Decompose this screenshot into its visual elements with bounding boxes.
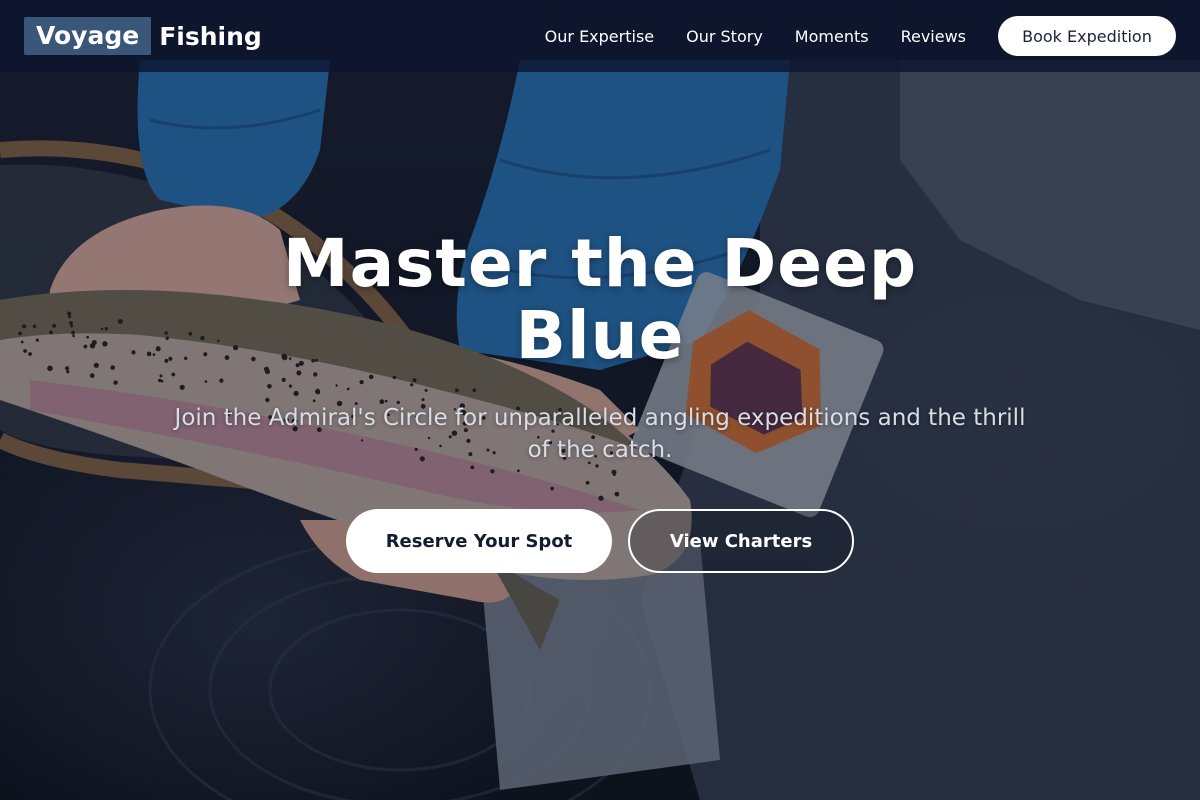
nav-link-reviews[interactable]: Reviews [901, 27, 966, 46]
brand-logo[interactable]: Voyage Fishing [24, 17, 262, 55]
nav-link-moments[interactable]: Moments [795, 27, 869, 46]
hero-section: Master the Deep Blue Join the Admiral's … [0, 228, 1200, 573]
nav-link-our-expertise[interactable]: Our Expertise [545, 27, 654, 46]
logo-highlight: Voyage [24, 17, 152, 55]
logo-text: Fishing [159, 21, 262, 51]
hero-buttons: Reserve Your Spot View Charters [0, 509, 1200, 573]
hero-title: Master the Deep Blue [282, 225, 918, 374]
nav-links: Our Expertise Our Story Moments Reviews … [513, 16, 1176, 56]
hero-subtitle: Join the Admiral's Circle for unparallel… [174, 405, 1026, 463]
nav-link-our-story[interactable]: Our Story [686, 27, 763, 46]
book-expedition-button[interactable]: Book Expedition [998, 16, 1176, 56]
view-charters-button[interactable]: View Charters [628, 509, 854, 573]
top-navbar: Voyage Fishing Our Expertise Our Story M… [0, 0, 1200, 72]
reserve-your-spot-button[interactable]: Reserve Your Spot [346, 509, 612, 573]
